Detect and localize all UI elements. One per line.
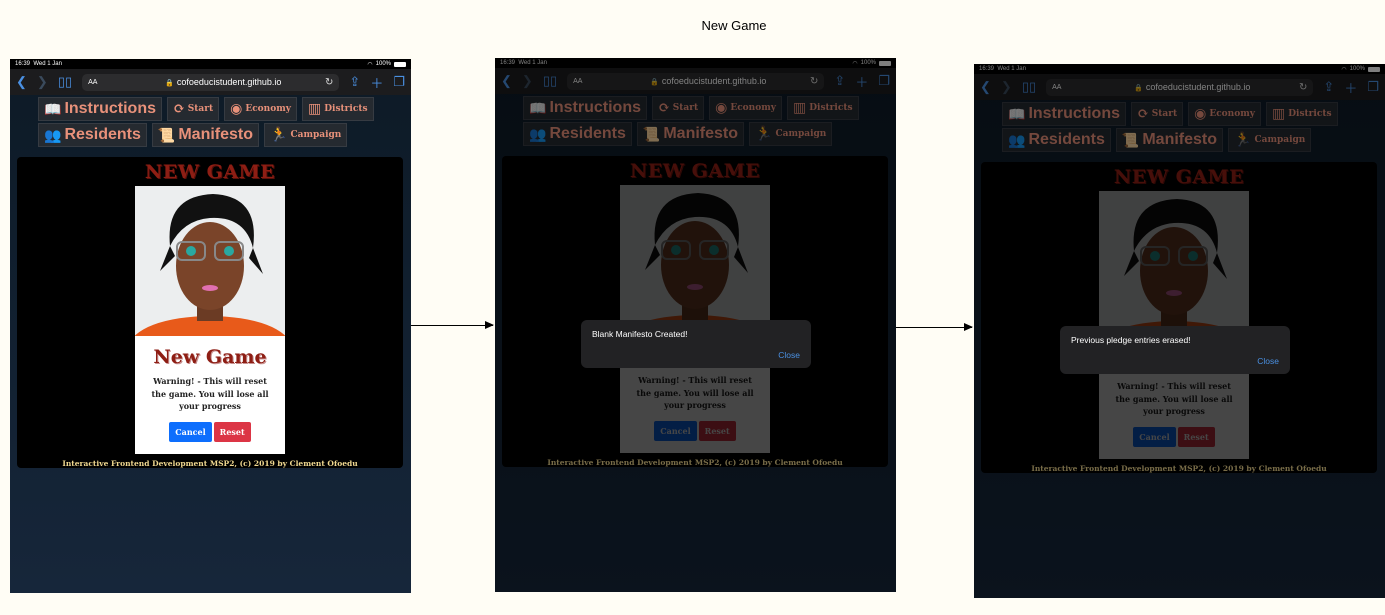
url-text: cofoeducistudent.github.io bbox=[176, 77, 282, 87]
flow-arrow-2 bbox=[896, 323, 973, 331]
nav-manifesto-button[interactable]: 📜Manifesto bbox=[151, 123, 260, 147]
flow-arrow-1 bbox=[411, 321, 494, 329]
ipad-screen-2: 16:39 Wed 1 Jan ◠100% ❮ ❯ ▯▯ AA 🔒cofoedu… bbox=[495, 58, 896, 592]
share-icon[interactable]: ⇪ bbox=[349, 74, 360, 90]
nav-districts-button[interactable]: ▥Districts bbox=[302, 97, 374, 121]
footer-credit: Interactive Frontend Development MSP2, (… bbox=[62, 459, 358, 468]
status-bar: 16:39 Wed 1 Jan ◠100% bbox=[10, 59, 411, 69]
nav-residents-button[interactable]: 👥Residents bbox=[38, 123, 147, 147]
game-nav: 📖Instructions ⟳Start ◉Economy ▥Districts… bbox=[10, 95, 411, 147]
avatar bbox=[135, 186, 285, 336]
nav-economy-button[interactable]: ◉Economy bbox=[224, 97, 297, 121]
book-icon: 📖 bbox=[44, 100, 62, 117]
alert-dialog: Previous pledge entries erased! Close bbox=[1060, 326, 1290, 374]
browser-toolbar: ❮ ❯ ▯▯ AA 🔒cofoeducistudent.github.io ↻ … bbox=[10, 69, 411, 95]
map-icon: ▥ bbox=[308, 101, 322, 117]
nav-instructions-button[interactable]: 📖Instructions bbox=[38, 97, 162, 121]
nav-campaign-button[interactable]: 🏃Campaign bbox=[264, 123, 348, 147]
reader-aa-button[interactable]: AA bbox=[88, 79, 97, 86]
reload-icon[interactable]: ↻ bbox=[325, 77, 333, 88]
alert-close-button[interactable]: Close bbox=[1257, 356, 1279, 366]
lock-icon: 🔒 bbox=[165, 80, 174, 87]
status-time: 16:39 bbox=[15, 61, 31, 67]
battery-text: 100% bbox=[375, 61, 391, 67]
game-heading: NEW GAME bbox=[144, 161, 276, 183]
alert-dialog: Blank Manifesto Created! Close bbox=[581, 320, 811, 368]
ipad-screen-3: 16:39 Wed 1 Jan ◠100% ❮ ❯ ▯▯ AA 🔒cofoedu… bbox=[974, 64, 1385, 598]
game-panel: NEW GAME New Game Warning! - This will r… bbox=[17, 157, 403, 468]
running-icon: 🏃 bbox=[270, 127, 288, 143]
scroll-icon: 📜 bbox=[157, 126, 176, 143]
nav-start-button[interactable]: ⟳Start bbox=[167, 97, 220, 121]
ipad-screen-1: 16:39 Wed 1 Jan ◠ 100% ❮ ❯ ▯▯ AA 🔒 cofoedu… bbox=[10, 59, 411, 593]
battery-icon bbox=[394, 61, 406, 67]
url-bar[interactable]: AA 🔒cofoeducistudent.github.io ↻ bbox=[82, 73, 340, 91]
alert-close-button[interactable]: Close bbox=[778, 350, 800, 360]
modal-warning: Warning! - This will reset the game. You… bbox=[151, 376, 269, 411]
modal-title: New Game bbox=[153, 346, 267, 368]
cancel-button[interactable]: Cancel bbox=[169, 421, 212, 442]
status-date: Wed 1 Jan bbox=[33, 61, 62, 67]
back-icon[interactable]: ❮ bbox=[16, 74, 27, 90]
alert-message: Blank Manifesto Created! bbox=[592, 329, 688, 339]
page-title: New Game bbox=[701, 18, 767, 33]
sync-icon: ⟳ bbox=[173, 101, 185, 117]
new-game-modal: New Game Warning! - This will reset the … bbox=[135, 186, 285, 454]
globe-icon: ◉ bbox=[230, 101, 243, 117]
new-tab-icon[interactable]: ＋ bbox=[370, 73, 383, 92]
forward-icon[interactable]: ❯ bbox=[37, 74, 48, 90]
tabs-icon[interactable]: ❐ bbox=[393, 74, 405, 90]
reset-button[interactable]: Reset bbox=[213, 421, 251, 442]
users-icon: 👥 bbox=[44, 126, 62, 143]
wifi-icon: ◠ bbox=[367, 61, 373, 68]
bookmarks-icon[interactable]: ▯▯ bbox=[58, 74, 72, 90]
alert-message: Previous pledge entries erased! bbox=[1071, 335, 1191, 345]
